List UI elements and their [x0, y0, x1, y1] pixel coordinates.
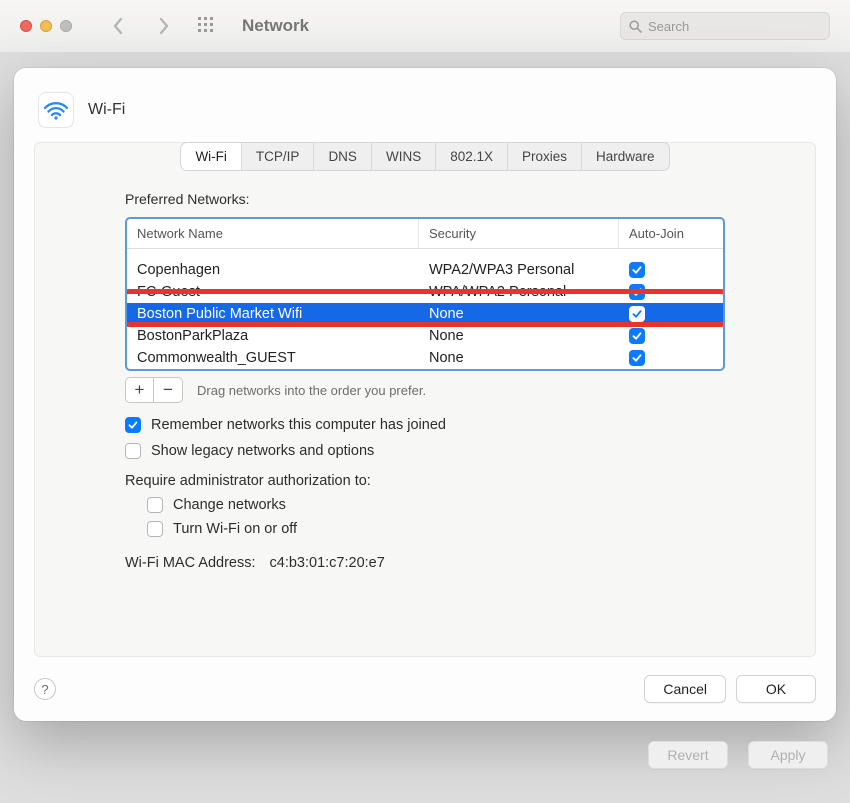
wifi-icon: [38, 92, 74, 128]
admin-toggle-wifi-checkbox[interactable]: [147, 521, 163, 537]
add-network-button[interactable]: +: [126, 378, 154, 402]
back-button[interactable]: [102, 10, 134, 42]
col-network-name[interactable]: Network Name: [127, 219, 419, 248]
wifi-advanced-sheet: Wi-Fi Wi-FiTCP/IPDNSWINS802.1XProxiesHar…: [14, 68, 836, 721]
titlebar: Network Search: [0, 0, 850, 52]
network-autojoin: [619, 325, 723, 347]
network-name: Commonwealth_GUEST: [127, 347, 419, 369]
zoom-window-button-disabled: [60, 20, 72, 32]
network-security: None: [419, 303, 619, 325]
table-header: Network Name Security Auto-Join: [127, 219, 723, 249]
preferred-networks-label: Preferred Networks:: [125, 191, 725, 207]
remember-networks-label: Remember networks this computer has join…: [151, 417, 446, 433]
network-security: WPA/WPA2 Personal: [419, 281, 619, 303]
col-security[interactable]: Security: [419, 219, 619, 248]
admin-change-networks-checkbox[interactable]: [147, 497, 163, 513]
close-window-button[interactable]: [20, 20, 32, 32]
panel: Wi-FiTCP/IPDNSWINS802.1XProxiesHardware …: [34, 142, 816, 657]
tab-tcp-ip[interactable]: TCP/IP: [242, 143, 315, 170]
show-legacy-label: Show legacy networks and options: [151, 443, 374, 459]
table-row[interactable]: BostonParkPlazaNone: [127, 325, 723, 347]
network-security: None: [419, 347, 619, 369]
network-autojoin: [619, 259, 723, 281]
tab-wi-fi[interactable]: Wi-Fi: [181, 143, 241, 170]
network-name: Boston Public Market Wifi: [127, 303, 419, 325]
search-icon: [629, 20, 642, 33]
search-placeholder: Search: [648, 19, 689, 34]
table-row[interactable]: Boston Public Market WifiNone: [127, 303, 723, 325]
tab-bar: Wi-FiTCP/IPDNSWINS802.1XProxiesHardware: [180, 142, 669, 171]
remember-networks-checkbox[interactable]: [125, 417, 141, 433]
tab-dns[interactable]: DNS: [314, 143, 372, 170]
mac-address-label: Wi-Fi MAC Address:: [125, 555, 256, 571]
help-button[interactable]: ?: [34, 678, 56, 700]
apps-grid-icon[interactable]: [196, 15, 218, 37]
network-autojoin: [619, 281, 723, 303]
revert-button-disabled: Revert: [648, 741, 728, 769]
window-footer: Revert Apply: [0, 721, 850, 803]
table-row[interactable]: CopenhagenWPA2/WPA3 Personal: [127, 259, 723, 281]
add-remove-group: + −: [125, 377, 183, 403]
auto-join-checkbox[interactable]: [629, 262, 645, 278]
network-security: None: [419, 325, 619, 347]
col-auto-join[interactable]: Auto-Join: [619, 219, 723, 248]
tab-wins[interactable]: WINS: [372, 143, 436, 170]
network-autojoin: [619, 303, 723, 325]
window-controls: [20, 20, 72, 32]
show-legacy-checkbox[interactable]: [125, 443, 141, 459]
mac-address-value: c4:b3:01:c7:20:e7: [270, 555, 385, 571]
table-row[interactable]: FC-GuestWPA/WPA2 Personal: [127, 281, 723, 303]
tab-proxies[interactable]: Proxies: [508, 143, 582, 170]
auto-join-checkbox[interactable]: [629, 328, 645, 344]
search-input[interactable]: Search: [620, 12, 830, 40]
minimize-window-button[interactable]: [40, 20, 52, 32]
window-title: Network: [242, 16, 309, 36]
admin-change-networks-label: Change networks: [173, 497, 286, 513]
network-name: BostonParkPlaza: [127, 325, 419, 347]
network-security: WPA2/WPA3 Personal: [419, 259, 619, 281]
cancel-button[interactable]: Cancel: [644, 675, 726, 703]
auto-join-checkbox[interactable]: [629, 350, 645, 366]
sheet-title: Wi-Fi: [88, 101, 125, 119]
remove-network-button[interactable]: −: [154, 378, 182, 402]
tab-802-1x[interactable]: 802.1X: [436, 143, 508, 170]
admin-toggle-wifi-label: Turn Wi-Fi on or off: [173, 521, 297, 537]
table-row[interactable]: [127, 249, 723, 259]
admin-auth-label: Require administrator authorization to:: [125, 473, 371, 489]
table-row[interactable]: Commonwealth_GUESTNone: [127, 347, 723, 369]
auto-join-checkbox[interactable]: [629, 306, 645, 322]
auto-join-checkbox[interactable]: [629, 284, 645, 300]
network-name: Copenhagen: [127, 259, 419, 281]
tab-hardware[interactable]: Hardware: [582, 143, 669, 170]
apply-button-disabled: Apply: [748, 741, 828, 769]
ok-button[interactable]: OK: [736, 675, 816, 703]
forward-button[interactable]: [148, 10, 180, 42]
drag-hint: Drag networks into the order you prefer.: [197, 383, 426, 398]
network-autojoin: [619, 347, 723, 369]
preferred-networks-list[interactable]: Network Name Security Auto-Join Copenhag…: [125, 217, 725, 371]
network-name: FC-Guest: [127, 281, 419, 303]
